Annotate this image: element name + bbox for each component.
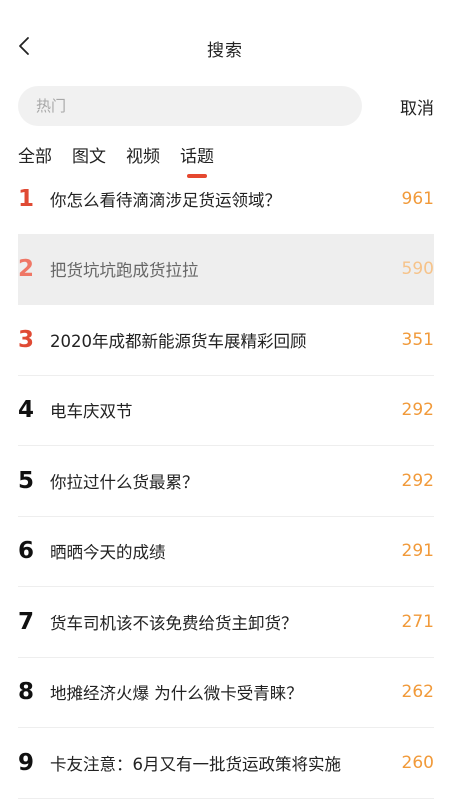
header: 搜索 [0, 0, 450, 92]
list-item[interactable]: 5 你拉过什么货最累？ 292 [18, 446, 434, 517]
topic-count: 292 [401, 400, 434, 421]
topic-title: 你怎么看待滴滴涉足货运领域？ [50, 190, 281, 210]
topic-title: 电车庆双节 [50, 402, 133, 422]
cancel-button[interactable]: 取消 [400, 94, 434, 119]
list-item[interactable]: 9 卡友注意：6月又有一批货运政策将实施 260 [18, 728, 434, 799]
page-title: 搜索 [207, 41, 243, 61]
topic-title: 晒晒今天的成绩 [50, 543, 166, 563]
list-item[interactable]: 8 地摊经济火爆 为什么微卡受青睐？ 262 [18, 658, 434, 728]
list-item[interactable]: 7 货车司机该不该免费给货主卸货？ 271 [18, 587, 434, 658]
topic-count: 260 [401, 752, 434, 773]
rank-number: 5 [18, 467, 35, 494]
rank-number: 9 [18, 749, 35, 776]
rank-number: 4 [18, 397, 35, 424]
list-item[interactable]: 6 晒晒今天的成绩 291 [18, 517, 434, 587]
topic-count: 590 [401, 259, 434, 280]
topic-count: 271 [401, 611, 434, 632]
topic-title: 地摊经济火爆 为什么微卡受青睐？ [50, 684, 303, 704]
topic-title: 2020年成都新能源货车展精彩回顾 [50, 331, 307, 351]
search-page: 搜索 取消 全部 图文 视频 话题 1 你怎么看待滴滴涉足货运领域？ 961 2… [0, 0, 450, 800]
rank-number: 2 [18, 256, 35, 283]
rank-number: 3 [18, 326, 35, 353]
topic-list: 1 你怎么看待滴滴涉足货运领域？ 961 2 把货坑坑跑成货拉拉 590 3 2… [18, 164, 434, 799]
search-input[interactable] [18, 86, 362, 126]
list-item[interactable]: 4 电车庆双节 292 [18, 376, 434, 446]
topic-title: 卡友注意：6月又有一批货运政策将实施 [50, 754, 341, 774]
topic-title: 把货坑坑跑成货拉拉 [50, 261, 199, 281]
topic-count: 961 [401, 188, 434, 209]
topic-count: 291 [401, 541, 434, 562]
topic-count: 351 [401, 329, 434, 350]
rank-number: 1 [18, 185, 35, 212]
topic-title: 你拉过什么货最累？ [50, 472, 199, 492]
rank-number: 6 [18, 538, 35, 565]
list-item[interactable]: 1 你怎么看待滴滴涉足货运领域？ 961 [18, 164, 434, 235]
topic-count: 292 [401, 470, 434, 491]
list-item[interactable]: 3 2020年成都新能源货车展精彩回顾 351 [18, 305, 434, 376]
list-item[interactable]: 2 把货坑坑跑成货拉拉 590 [18, 234, 434, 305]
topic-title: 货车司机该不该免费给货主卸货？ [50, 613, 298, 633]
rank-number: 8 [18, 679, 35, 706]
search-row: 取消 [18, 86, 434, 126]
topic-count: 262 [401, 682, 434, 703]
rank-number: 7 [18, 608, 35, 635]
